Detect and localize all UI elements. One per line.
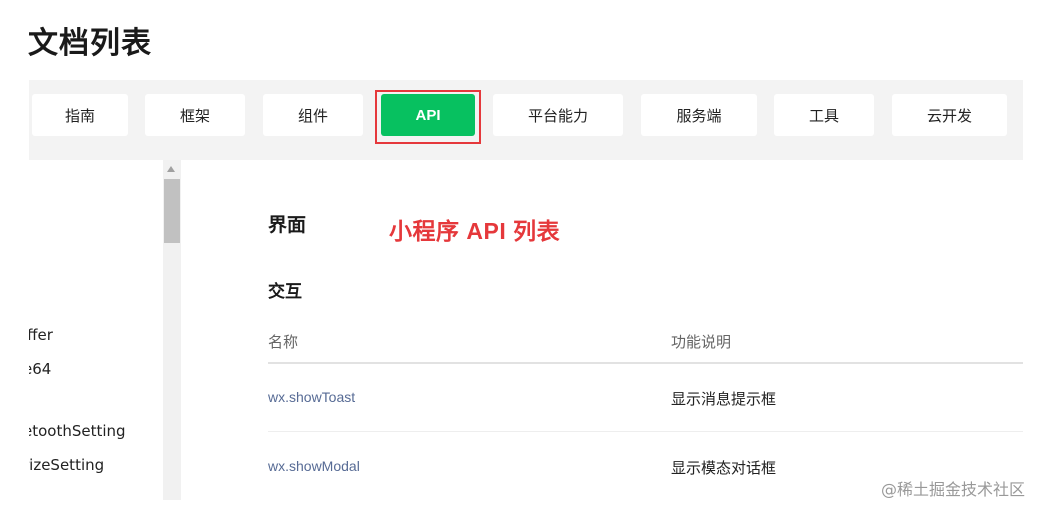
tab-cloud-development[interactable]: 云开发 bbox=[892, 94, 1007, 136]
sidebar-item[interactable]: etoothSetting bbox=[29, 422, 126, 440]
api-link-show-modal[interactable]: wx.showModal bbox=[268, 458, 360, 474]
table-row-divider bbox=[268, 431, 1023, 432]
subsection-title: 交互 bbox=[268, 282, 302, 302]
tab-components[interactable]: 组件 bbox=[263, 94, 363, 136]
sidebar-scrollbar[interactable] bbox=[163, 160, 181, 500]
tab-server[interactable]: 服务端 bbox=[641, 94, 757, 136]
scrollbar-thumb[interactable] bbox=[164, 179, 180, 243]
sidebar-item[interactable]: rizeSetting bbox=[29, 456, 104, 474]
table-cell-description: 显示模态对话框 bbox=[671, 459, 777, 477]
watermark: @稀土掘金技术社区 bbox=[881, 480, 1026, 499]
tab-bar: 指南 框架 组件 API 平台能力 服务端 工具 云开发 bbox=[29, 80, 1023, 160]
section-title: 界面 bbox=[268, 214, 307, 236]
sidebar-item[interactable]: iffer bbox=[29, 326, 53, 344]
tab-tools[interactable]: 工具 bbox=[774, 94, 874, 136]
tab-guide[interactable]: 指南 bbox=[32, 94, 128, 136]
table-header-divider bbox=[268, 362, 1023, 364]
page-title: 文档列表 bbox=[28, 26, 152, 61]
table-header-name: 名称 bbox=[268, 333, 299, 351]
tab-framework[interactable]: 框架 bbox=[145, 94, 245, 136]
annotation-label: 小程序 API 列表 bbox=[389, 218, 561, 244]
sidebar-item[interactable]: e64 bbox=[29, 360, 51, 378]
tab-api[interactable]: API bbox=[381, 94, 475, 136]
tab-platform-capabilities[interactable]: 平台能力 bbox=[493, 94, 623, 136]
table-cell-description: 显示消息提示框 bbox=[671, 390, 777, 408]
table-header-description: 功能说明 bbox=[671, 333, 732, 351]
sidebar: iffer e64 etoothSetting rizeSetting bbox=[29, 160, 181, 500]
scroll-up-arrow-icon[interactable] bbox=[167, 166, 175, 172]
api-link-show-toast[interactable]: wx.showToast bbox=[268, 389, 355, 405]
